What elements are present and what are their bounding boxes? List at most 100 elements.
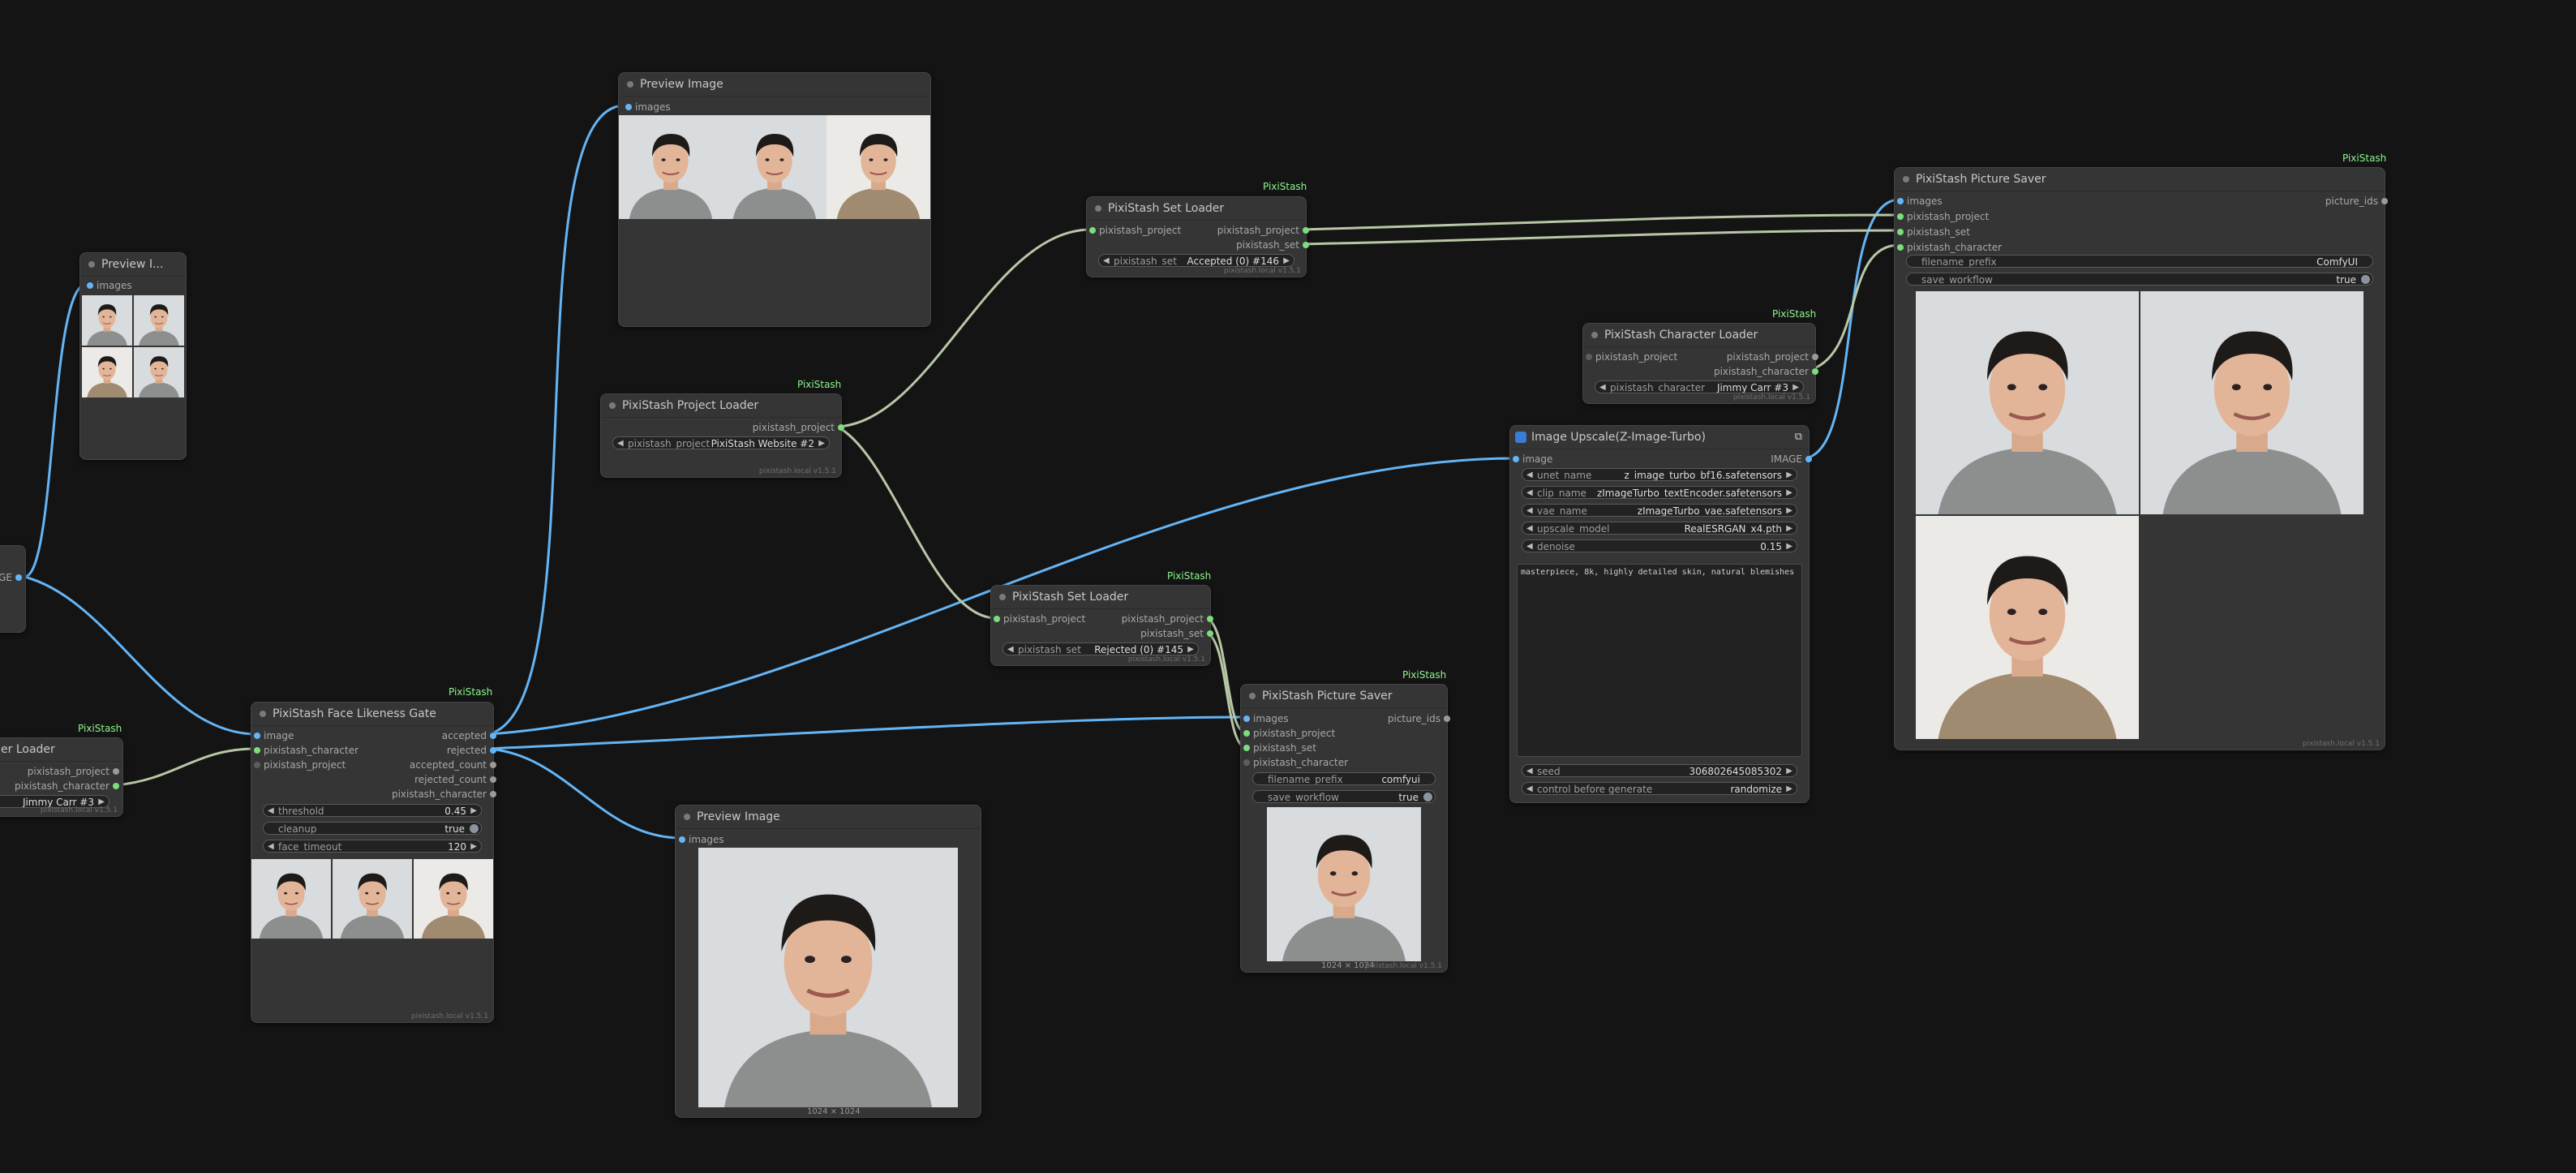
output-pin[interactable] xyxy=(1444,715,1450,722)
input-pin[interactable] xyxy=(254,762,260,768)
control-before-generate-select[interactable]: ◀ control before generate randomize ▶ xyxy=(1522,782,1797,795)
prompt-textarea[interactable]: masterpiece, 8k, highly detailed skin, n… xyxy=(1517,564,1802,757)
character-loader-node[interactable]: PixiStash Character Loader pixistash_pro… xyxy=(1582,323,1818,404)
arrow-right-icon[interactable]: ▶ xyxy=(470,805,477,816)
output-pixistash-project[interactable]: pixistash_project xyxy=(1122,613,1213,625)
input-pixistash-character[interactable]: pixistash_character xyxy=(254,745,358,756)
output-pixistash-project[interactable]: pixistash_project xyxy=(1727,351,1818,363)
input-pin[interactable] xyxy=(1897,244,1904,251)
preview-thumb[interactable] xyxy=(134,295,184,346)
collapse-dot[interactable] xyxy=(88,261,95,268)
arrow-left-icon[interactable]: ◀ xyxy=(1526,783,1533,794)
preview-thumb[interactable] xyxy=(619,115,723,219)
set-select[interactable]: ◀ pixistash_set Rejected (0) #145 ▶ xyxy=(1002,642,1199,655)
output-pin[interactable] xyxy=(1812,368,1818,375)
input-pin[interactable] xyxy=(254,747,260,754)
preview-thumb[interactable] xyxy=(251,859,331,939)
output-pixistash-character[interactable]: pixistash_character xyxy=(1714,366,1818,377)
output-pin[interactable] xyxy=(1303,227,1309,234)
preview-thumb[interactable] xyxy=(333,859,412,939)
output-pixistash-project[interactable]: pixistash_project xyxy=(1217,225,1309,236)
node-title[interactable]: PixiStash Character Loader xyxy=(1583,324,1815,347)
collapse-dot[interactable] xyxy=(1591,332,1598,338)
collapse-dot[interactable] xyxy=(627,81,633,88)
arrow-left-icon[interactable]: ◀ xyxy=(268,840,274,852)
partial-character-loader-node[interactable]: er Loader pixistash_project pixistash_ch… xyxy=(0,737,123,817)
arrow-left-icon[interactable]: ◀ xyxy=(1526,487,1533,498)
toggle-knob[interactable] xyxy=(1423,793,1432,801)
seed-stepper[interactable]: ◀ seed 306802645085302 ▶ xyxy=(1522,764,1797,777)
input-pin[interactable] xyxy=(625,104,632,110)
project-select[interactable]: ◀ pixistash_project PixiStash Website #2 ▶ xyxy=(612,436,830,449)
output-pixistash-character[interactable]: pixistash_character xyxy=(392,788,496,800)
input-pin[interactable] xyxy=(1243,745,1250,751)
arrow-left-icon[interactable]: ◀ xyxy=(1103,255,1110,266)
upscale-model-select[interactable]: ◀ upscale_model RealESRGAN_x4.pth ▶ xyxy=(1522,522,1797,535)
collapse-dot[interactable] xyxy=(260,711,266,717)
unet-name-select[interactable]: ◀ unet_name z_image_turbo_bf16.safetensors… xyxy=(1522,468,1797,481)
output-pin[interactable] xyxy=(490,791,496,797)
input-pixistash-project[interactable]: pixistash_project xyxy=(254,759,346,771)
output-pin[interactable] xyxy=(1207,630,1213,637)
node-title[interactable]: PixiStash Face Likeness Gate xyxy=(251,703,493,726)
toggle-knob[interactable] xyxy=(470,824,479,833)
input-pixistash-character[interactable]: pixistash_character xyxy=(1897,242,2002,253)
input-pin[interactable] xyxy=(1897,229,1904,235)
arrow-right-icon[interactable]: ▶ xyxy=(1786,540,1792,552)
output-pixistash-set[interactable]: pixistash_set xyxy=(1236,239,1309,251)
saved-image-preview[interactable] xyxy=(2140,291,2363,514)
node-title[interactable]: Preview Image xyxy=(619,73,930,97)
arrow-right-icon[interactable]: ▶ xyxy=(818,437,825,449)
input-pixistash-project[interactable]: pixistash_project xyxy=(1586,351,1677,363)
saved-image-preview[interactable] xyxy=(1916,291,2139,514)
input-pixistash-project[interactable]: pixistash_project xyxy=(1243,728,1335,739)
arrow-right-icon[interactable]: ▶ xyxy=(1786,505,1792,516)
preview-thumb[interactable] xyxy=(826,115,930,219)
input-images[interactable]: images xyxy=(1897,196,1943,207)
output-pixistash-set[interactable]: pixistash_set xyxy=(1140,628,1213,639)
preview-image[interactable] xyxy=(698,848,958,1107)
set-select[interactable]: ◀ pixistash_set Accepted (0) #146 ▶ xyxy=(1098,254,1294,267)
output-pixistash-project[interactable]: pixistash_project xyxy=(753,422,844,433)
arrow-left-icon[interactable]: ◀ xyxy=(1526,505,1533,516)
face-timeout-stepper[interactable]: ◀ face_timeout 120 ▶ xyxy=(263,840,482,853)
node-title[interactable]: PixiStash Set Loader xyxy=(1087,197,1306,221)
input-pin[interactable] xyxy=(87,282,93,289)
node-title[interactable]: Preview Image xyxy=(676,806,981,829)
set-loader-rejected-node[interactable]: PixiStash Set Loader pixistash_project p… xyxy=(990,585,1213,666)
saved-image-preview[interactable] xyxy=(1267,807,1421,961)
input-pin[interactable] xyxy=(1243,715,1250,722)
threshold-stepper[interactable]: ◀ threshold 0.45 ▶ xyxy=(263,804,482,817)
node-title[interactable]: er Loader xyxy=(0,738,122,762)
input-images[interactable]: images xyxy=(679,834,724,845)
input-pin[interactable] xyxy=(254,733,260,739)
node-title[interactable]: PixiStash Picture Saver xyxy=(1895,168,2385,191)
filename-prefix-field[interactable]: filename_prefix comfyui xyxy=(1252,772,1436,785)
output-pin[interactable] xyxy=(113,768,119,775)
input-images[interactable]: images xyxy=(625,101,671,113)
input-pin[interactable] xyxy=(1586,354,1592,360)
arrow-right-icon[interactable]: ▶ xyxy=(1792,381,1799,393)
output-pin[interactable] xyxy=(490,747,496,754)
arrow-left-icon[interactable]: ◀ xyxy=(268,805,274,816)
output-pixistash-character[interactable]: pixistash_character xyxy=(15,780,119,792)
preview-thumb[interactable] xyxy=(82,295,132,346)
output-pin[interactable] xyxy=(490,776,496,783)
arrow-left-icon[interactable]: ◀ xyxy=(1007,643,1014,655)
input-pin[interactable] xyxy=(679,836,685,843)
arrow-left-icon[interactable]: ◀ xyxy=(1526,540,1533,552)
output-pin[interactable] xyxy=(838,424,844,431)
clip-name-select[interactable]: ◀ clip_name zImageTurbo_textEncoder.safete… xyxy=(1522,486,1797,499)
preview-thumb[interactable] xyxy=(82,347,132,397)
input-pixistash-project[interactable]: pixistash_project xyxy=(994,613,1085,625)
input-pixistash-set[interactable]: pixistash_set xyxy=(1243,742,1316,754)
input-pixistash-project[interactable]: pixistash_project xyxy=(1089,225,1181,236)
partial-image-node[interactable]: GE xyxy=(0,545,26,633)
image-upscale-node[interactable]: Image Upscale(Z-Image-Turbo) ⧉ image IMA… xyxy=(1509,425,1812,803)
arrow-left-icon[interactable]: ◀ xyxy=(1526,469,1533,480)
input-pixistash-character[interactable]: pixistash_character xyxy=(1243,757,1348,768)
arrow-right-icon[interactable]: ▶ xyxy=(1187,643,1194,655)
input-image[interactable]: image xyxy=(254,730,294,741)
output-accepted[interactable]: accepted xyxy=(442,730,496,741)
node-title[interactable]: PixiStash Project Loader xyxy=(601,394,841,418)
